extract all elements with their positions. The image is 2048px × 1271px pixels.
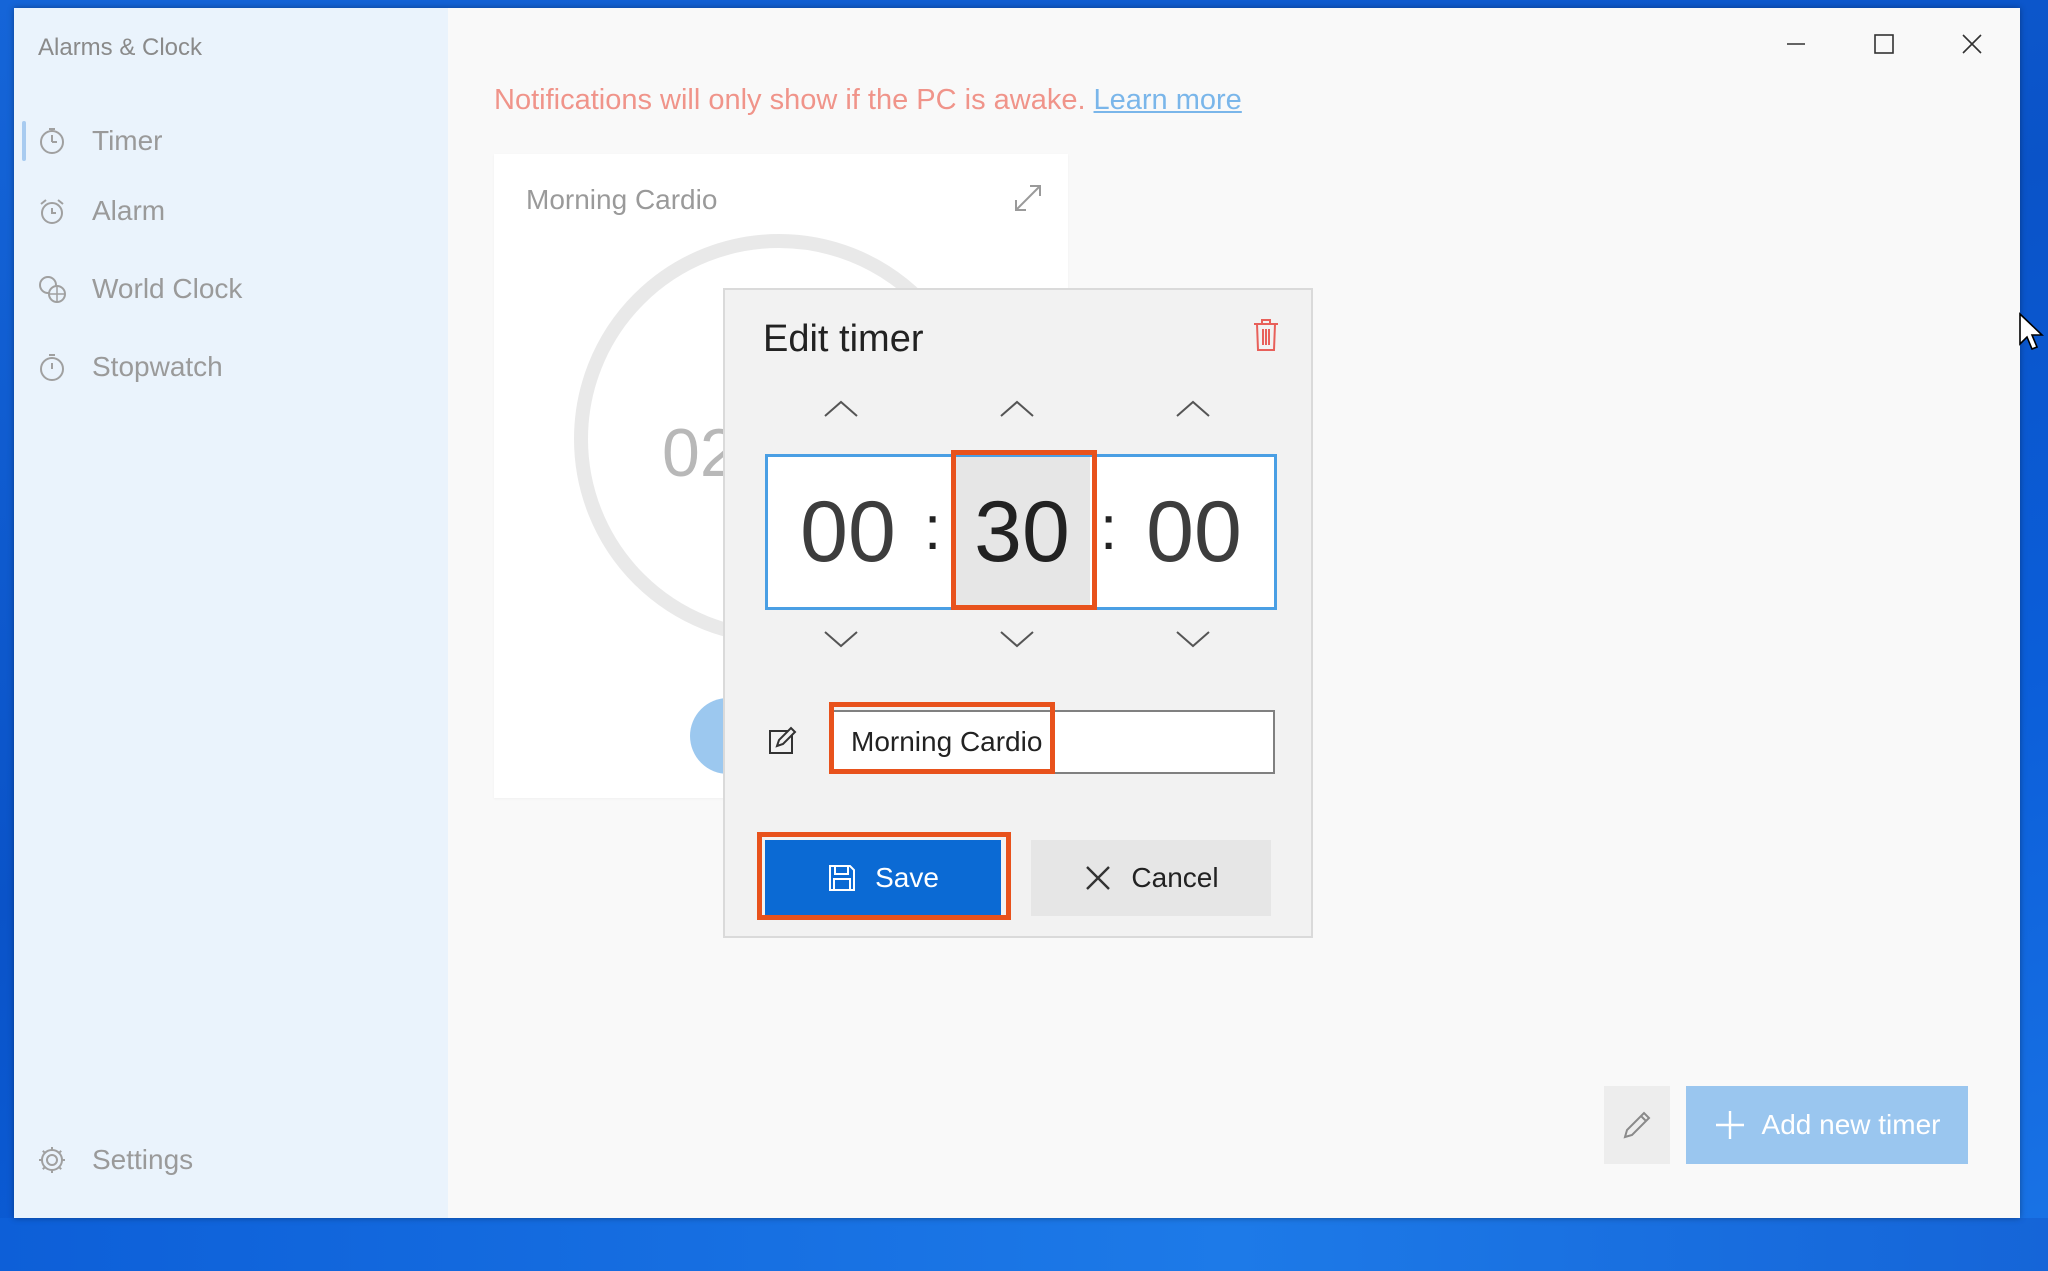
pencil-icon [1623,1111,1651,1139]
save-icon [829,865,856,891]
seconds-up-chevron-icon[interactable] [1173,398,1213,420]
delete-icon[interactable] [1251,318,1281,352]
edit-timers-button[interactable] [1604,1086,1670,1164]
hours-down-chevron-icon[interactable] [821,628,861,650]
minutes-down-chevron-icon[interactable] [997,628,1037,650]
maximize-icon [1874,34,1894,54]
sidebar-item-stopwatch[interactable]: Stopwatch [14,332,448,402]
minutes-field[interactable]: 30 [954,457,1090,607]
add-new-timer-button[interactable]: Add new timer [1686,1086,1968,1164]
stopwatch-icon [36,351,68,383]
sidebar-item-timer[interactable]: Timer [14,106,448,176]
save-button[interactable]: Save [765,840,1001,916]
cancel-label: Cancel [1131,862,1219,893]
expand-icon[interactable] [1010,180,1046,216]
sidebar-item-label: Stopwatch [92,351,223,382]
time-separator: : [924,494,942,563]
app-title: Alarms & Clock [38,34,203,61]
add-new-timer-label: Add new timer [1761,1109,1941,1140]
close-button[interactable] [1942,24,2002,64]
time-picker: 00 : 30 : 00 [765,454,1277,610]
timer-icon [36,125,68,157]
sidebar-item-settings[interactable]: Settings [14,1130,448,1190]
close-icon [1962,34,1982,54]
learn-more-link[interactable]: Learn more [1094,84,1242,116]
dialog-title: Edit timer [763,318,924,360]
sidebar-item-label: World Clock [92,273,243,304]
notification-text: Notifications will only show if the PC i… [494,84,1086,116]
sidebar-item-label: Timer [92,125,163,156]
seconds-down-chevron-icon[interactable] [1173,628,1213,650]
gear-icon [36,1144,68,1176]
sidebar-item-alarm[interactable]: Alarm [14,176,448,246]
desktop-background [0,1218,2048,1271]
edit-timer-dialog: Edit timer 00 : 30 : 00 Morning Cardio S… [723,288,1313,938]
timer-name-input[interactable]: Morning Cardio [829,710,1275,774]
minutes-up-chevron-icon[interactable] [997,398,1037,420]
hours-field[interactable]: 00 [768,457,928,607]
minimize-button[interactable] [1766,24,1826,64]
sidebar-item-world-clock[interactable]: World Clock [14,254,448,324]
sidebar-item-label: Alarm [92,195,166,226]
save-label: Save [875,862,939,893]
timer-card-title: Morning Cardio [526,184,718,215]
cancel-icon [1086,866,1111,890]
mouse-cursor-icon [2019,312,2044,351]
seconds-field[interactable]: 00 [1114,457,1274,607]
active-indicator [22,121,26,161]
edit-name-icon [769,726,797,754]
alarm-icon [36,195,68,227]
cancel-button[interactable]: Cancel [1031,840,1271,916]
settings-label: Settings [92,1144,194,1175]
minimize-icon [1787,43,1805,45]
app-window: Alarms & Clock Timer Alarm World Clock S… [14,8,2020,1218]
maximize-button[interactable] [1854,24,1914,64]
notification-banner: Notifications will only show if the PC i… [494,84,1242,117]
world-clock-icon [36,273,68,305]
plus-icon [1715,1111,1744,1139]
sidebar: Alarms & Clock Timer Alarm World Clock S… [14,8,448,1218]
hours-up-chevron-icon[interactable] [821,398,861,420]
